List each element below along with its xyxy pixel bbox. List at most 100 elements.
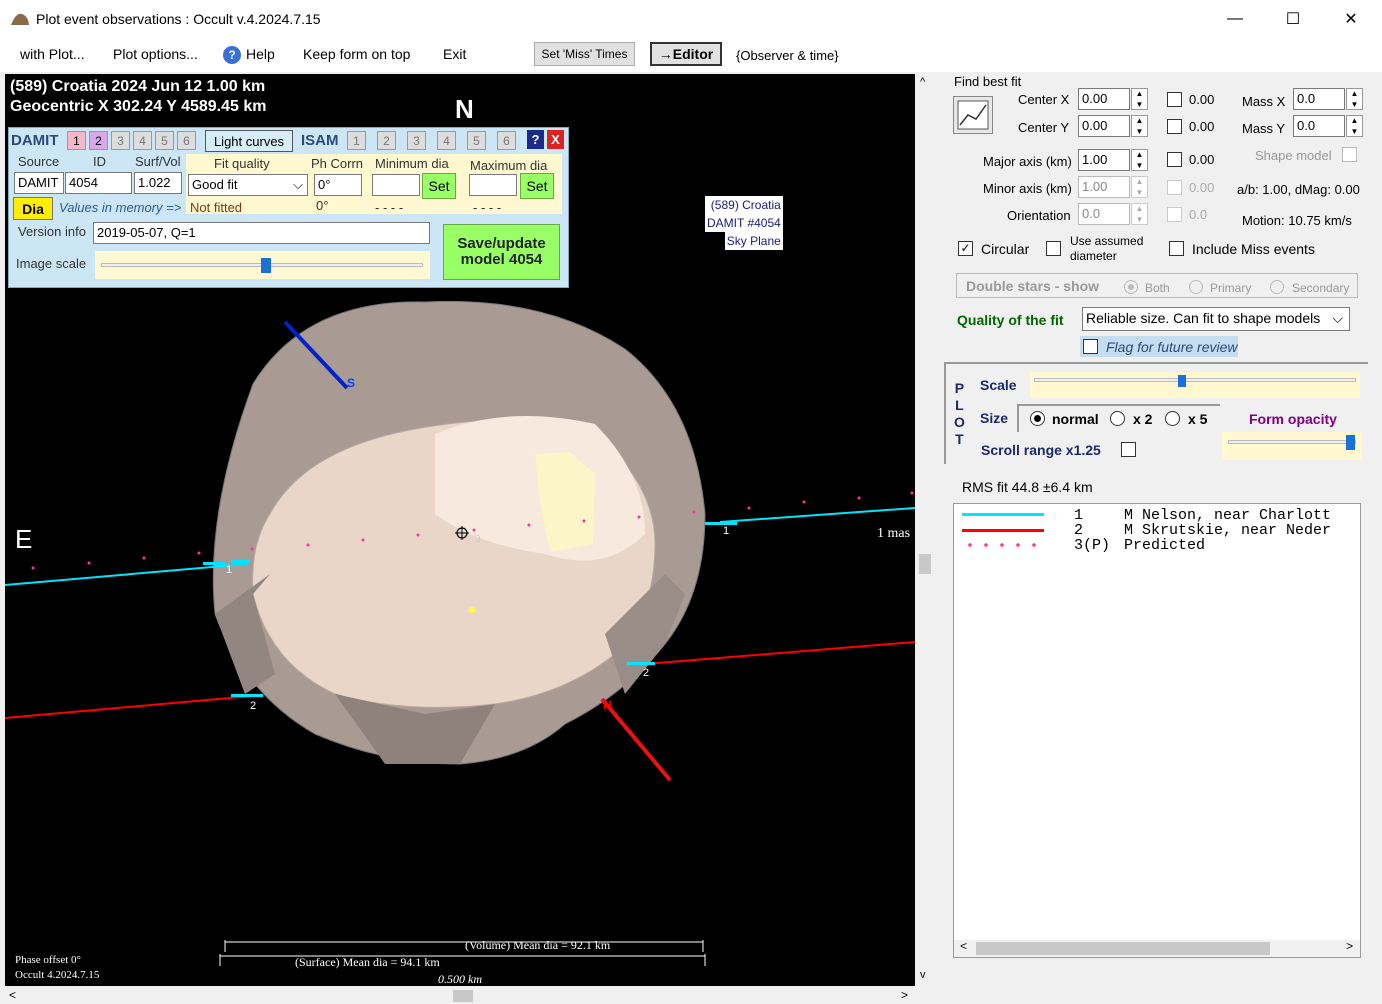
size-x5-radio[interactable] [1165,411,1180,426]
chord-label: 1 [226,564,233,576]
center-x-checkbox[interactable] [1167,92,1182,107]
scroll-left-icon[interactable]: < [960,940,967,954]
dia-button[interactable]: Dia [13,197,53,220]
minor-axis-field[interactable]: 1.00 [1078,176,1130,198]
scroll-range-checkbox[interactable] [1121,442,1136,457]
id-field[interactable]: 4054 [65,172,132,194]
damit-model-3[interactable]: 3 [111,131,130,150]
orientation-checkbox[interactable] [1167,207,1182,222]
damit-model-5[interactable]: 5 [155,131,174,150]
save-model-button[interactable]: Save/update model 4054 [443,224,560,280]
major-axis-spinner[interactable]: ▲ ▼ [1131,149,1148,171]
scroll-right-icon[interactable]: > [901,988,908,1002]
event-line: (589) Croatia 2024 Jun 12 1.00 km [10,78,266,95]
damit-model-1[interactable]: 1 [67,131,86,150]
slider-thumb[interactable] [261,258,271,273]
chord-label: 2 [643,667,650,679]
orientation-spinner[interactable]: ▲ ▼ [1131,203,1148,225]
menu-exit[interactable]: Exit [443,46,466,62]
mass-x-spinner[interactable]: ▲ ▼ [1346,88,1363,110]
secondary-radio[interactable] [1270,280,1284,294]
close-button[interactable]: ✕ [1322,0,1380,38]
set-max-button[interactable]: Set [520,173,554,199]
mass-x-field[interactable]: 0.0 [1293,88,1345,110]
close-icon[interactable]: X [547,130,564,149]
circular-checkbox[interactable]: ✓ [958,241,973,256]
center-x-label: Center X [1018,92,1070,107]
slider-thumb[interactable] [1178,375,1187,387]
scroll-up-icon[interactable]: ^ [920,76,925,88]
form-opacity-slider[interactable] [1222,432,1362,460]
major-axis-checkbox[interactable] [1167,152,1182,167]
chevron-down-icon: ⌵ [1332,310,1343,326]
center-y-field[interactable]: 0.00 [1078,115,1130,137]
minor-axis-checkbox[interactable] [1167,180,1182,195]
scroll-left-icon[interactable]: < [9,988,16,1002]
mass-y-field[interactable]: 0.0 [1293,115,1345,137]
minor-axis-spinner[interactable]: ▲ ▼ [1131,176,1148,198]
scroll-thumb[interactable] [453,990,473,1002]
set-miss-times-button[interactable]: Set 'Miss' Times [534,42,635,66]
scroll-down-icon[interactable]: v [920,969,926,981]
maximize-button[interactable]: ☐ [1264,0,1322,38]
plot-vertical-scrollbar[interactable]: ^ v [917,74,933,986]
major-axis-field[interactable]: 1.00 [1078,149,1130,171]
isam-model-3[interactable]: 3 [407,131,426,150]
damit-model-4[interactable]: 4 [133,131,152,150]
menu-keep-on-top[interactable]: Keep form on top [303,46,410,62]
center-x-field[interactable]: 0.00 [1078,88,1130,110]
slider-thumb[interactable] [1345,435,1355,450]
size-normal-radio[interactable] [1030,411,1045,426]
ph-corr-field[interactable]: 0° [314,174,362,196]
isam-model-6[interactable]: 6 [497,131,516,150]
version-info-field[interactable]: 2019-05-07, Q=1 [93,222,430,244]
isam-model-2[interactable]: 2 [377,131,396,150]
image-scale-slider[interactable] [95,251,430,279]
isam-model-1[interactable]: 1 [347,131,366,150]
both-label: Both [1145,281,1170,295]
flag-review-checkbox[interactable] [1083,339,1098,354]
find-best-fit-button[interactable] [953,96,993,134]
surf-vol-field[interactable]: 1.022 [134,172,182,194]
shape-model-checkbox[interactable] [1342,147,1357,162]
both-radio[interactable] [1124,280,1138,294]
orientation-field[interactable]: 0.0 [1078,203,1130,225]
scale-slider[interactable] [1030,372,1360,398]
set-min-button[interactable]: Set [422,173,456,199]
damit-model-2[interactable]: 2 [89,131,108,150]
source-field[interactable]: DAMIT [14,172,64,194]
help-icon[interactable]: ? [223,46,241,64]
minimize-button[interactable]: — [1206,0,1264,38]
isam-model-5[interactable]: 5 [467,131,486,150]
light-curves-button[interactable]: Light curves [205,130,293,152]
center-y-checkbox[interactable] [1167,119,1182,134]
scroll-thumb[interactable] [976,942,1270,955]
slider-track [1034,378,1356,382]
legend-horizontal-scrollbar[interactable]: < > [954,940,1360,957]
scroll-right-icon[interactable]: > [1346,940,1353,954]
help-icon[interactable]: ? [527,130,544,149]
scroll-thumb[interactable] [919,554,931,574]
damit-model-6[interactable]: 6 [177,131,196,150]
min-dia-field[interactable] [372,174,420,196]
volume-dia-label: (Volume) Mean dia = 92.1 km [465,938,611,952]
menu-with-plot[interactable]: with Plot... [20,46,85,62]
quality-select[interactable]: Reliable size. Can fit to shape models ⌵ [1082,307,1350,331]
ph-corr-label: Ph Corrn [311,156,364,171]
fit-quality-select[interactable]: Good fit ⌵ [188,174,308,196]
include-miss-checkbox[interactable] [1169,241,1184,256]
observer-time-label[interactable]: {Observer & time} [736,48,839,63]
center-y-spinner[interactable]: ▲ ▼ [1131,115,1148,137]
use-assumed-checkbox[interactable] [1046,241,1061,256]
isam-model-4[interactable]: 4 [437,131,456,150]
primary-radio[interactable] [1189,280,1203,294]
plot-horizontal-scrollbar[interactable]: < > [5,988,915,1004]
max-dia-field[interactable] [469,174,517,196]
mass-y-spinner[interactable]: ▲ ▼ [1346,115,1363,137]
orientation-check-value: 0.0 [1189,207,1208,222]
editor-button[interactable]: →Editor [650,42,722,66]
menu-help[interactable]: Help [246,46,275,62]
center-x-spinner[interactable]: ▲ ▼ [1131,88,1148,110]
menu-plot-options[interactable]: Plot options... [113,46,198,62]
size-x2-radio[interactable] [1110,411,1125,426]
